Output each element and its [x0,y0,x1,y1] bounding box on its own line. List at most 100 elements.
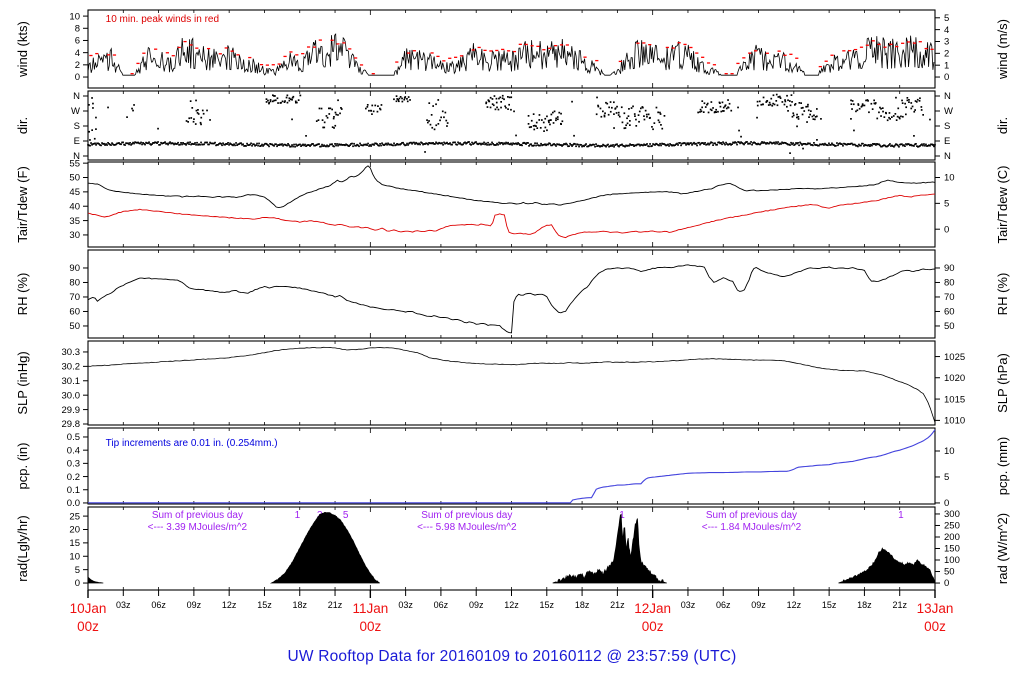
annotation-rad: <--- 3.39 MJoules/m^2 [148,522,248,533]
ytick-right-pcp: 10 [944,446,955,457]
panel-wind: 0246810012345wind (kts) wind (m/s)10 min.… [15,9,1010,89]
ytick-right-dir: N [944,91,951,102]
xtick-minor: 15z [822,600,837,610]
ytick-left-pcp: 0.2 [67,472,80,483]
axis-label-left-temp: Tair/Tdew (F) [15,166,30,243]
axis-label-right-dir: dir. [995,117,1010,134]
ytick-left-temp: 50 [69,173,80,184]
ytick-left-rh: 80 [69,278,80,289]
chart-title: UW Rooftop Data for 20160109 to 20160112… [287,648,737,665]
wind-direction-scatter [87,93,936,154]
xtick-minor: 03z [398,600,413,610]
ytick-right-pcp: 0 [944,498,949,509]
ytick-left-pcp: 0.3 [67,459,80,470]
ytick-left-temp: 55 [69,158,80,169]
axis-label-left-rh: RH (%) [15,273,30,316]
panel-pcp: 0.0 0.1 0.2 0.3 0.4 0.5 0 5 10 pcp. (in) pcp. (mm)… [15,427,1010,509]
annotation-wind: 10 min. peak winds in red [106,14,219,25]
ytick-left-rh: 60 [69,307,80,318]
ytick-left-wind: 2 [75,60,80,71]
ytick-left-slp: 30.0 [62,390,81,401]
ytick-right-rad: 150 [944,544,960,555]
xtick-major-date: 10Jan [70,601,107,616]
solar-radiation-area-bump [87,576,104,584]
ytick-left-rad: 0 [75,578,80,589]
ytick-right-slp: 1010 [944,416,965,427]
xtick-minor: 18z [857,600,872,610]
ytick-left-slp: 29.9 [62,405,81,416]
panel-rh: 50 60 70 80 90 50 60 70 80 90 RH (%) RH (%) [15,249,1010,339]
ytick-left-wind: 8 [75,23,80,34]
ytick-left-pcp: 0.1 [67,485,80,496]
panel-slp: 29.8 29.9 30.0 30.1 30.2 30.3 1010 1015 1020 1025… [15,340,1010,430]
ytick-left-temp: 35 [69,216,80,227]
xtick-minor: 21z [328,600,343,610]
wind-speed-avg-line [87,33,935,77]
axis-label-left-dir: dir. [15,117,30,134]
ytick-right-temp: 0 [944,224,949,235]
xtick-major-date: 11Jan [352,601,388,616]
annotation-rad: Sum of previous day [152,510,243,521]
xtick-major-hour: 00z [924,619,946,634]
annotation-rad: <--- 5.98 MJoules/m^2 [417,522,517,533]
ytick-right-slp: 1015 [944,394,965,405]
ytick-right-rad: 250 [944,521,960,532]
xtick-minor: 09z [187,600,202,610]
annotation-rad: Sum of previous day [706,510,797,521]
axis-label-left-rad: rad(Lgly/hr) [15,515,30,581]
xtick-minor: 03z [681,600,696,610]
ytick-left-rh: 70 [69,292,80,303]
ytick-right-dir: E [944,136,950,147]
ytick-left-dir: E [74,136,80,147]
panel-dir: NESWNNESWNdir. dir. [15,90,1010,162]
xtick-minor: 12z [787,600,802,610]
ytick-right-rad: 300 [944,509,960,520]
xtick-minor: 06z [434,600,449,610]
solar-radiation-area-bump [269,511,380,584]
ytick-left-pcp: 0.0 [67,498,80,509]
ytick-left-slp: 29.8 [62,419,81,430]
ytick-right-rh: 90 [944,263,955,274]
annotation-pcp: Tip increments are 0.01 in. (0.254mm.) [106,438,278,449]
solar-radiation-area-bump [838,547,936,584]
ytick-right-rad: 200 [944,532,960,543]
ytick-right-pcp: 5 [944,472,949,483]
ytick-right-rad: 100 [944,555,960,566]
xtick-major-date: 13Jan [917,601,954,616]
axis-label-right-slp: SLP (hPa) [995,353,1010,413]
ytick-right-rad: 50 [944,567,955,578]
ytick-left-rad: 25 [69,511,80,522]
ytick-left-temp: 45 [69,187,80,198]
xtick-minor: 09z [469,600,484,610]
meteogram-chart-svg: 0246810012345wind (kts) wind (m/s)10 min.… [15,9,1010,634]
axis-label-right-rh: RH (%) [995,273,1010,316]
xtick-minor: 15z [540,600,555,610]
annotation-rad: 5 [343,510,349,521]
solar-radiation-area-bump [552,513,667,584]
x-axis: 03z 06z 09z 12z 15z 18z 21z 03z 06z 09z 12z 15z 18z 2… [70,590,954,634]
ytick-left-dir: N [73,91,80,102]
ytick-right-rh: 50 [944,321,955,332]
slp-line [87,346,936,423]
rh-line [87,264,936,334]
xtick-minor: 09z [751,600,766,610]
ytick-left-wind: 0 [75,72,80,83]
axis-label-right-wind: wind (m/s) [995,19,1010,80]
axis-label-left-slp: SLP (inHg) [15,351,30,414]
ytick-left-dir: S [74,121,80,132]
xtick-minor: 21z [610,600,625,610]
xtick-minor: 12z [504,600,519,610]
axis-label-right-temp: Tair/Tdew (C) [995,165,1010,243]
ytick-right-rh: 60 [944,307,955,318]
xtick-minor: 15z [257,600,272,610]
annotation-rad: 1 [898,510,904,521]
ytick-left-dir: W [71,106,80,117]
ytick-left-rad: 20 [69,525,80,536]
ytick-right-dir: N [944,151,951,162]
ytick-right-wind: 0 [944,72,949,83]
axis-label-left-pcp: pcp. (in) [15,443,30,490]
ytick-right-dir: W [944,106,953,117]
ytick-left-temp: 30 [69,230,80,241]
ytick-left-slp: 30.3 [62,347,81,358]
ytick-left-pcp: 0.4 [67,445,80,456]
